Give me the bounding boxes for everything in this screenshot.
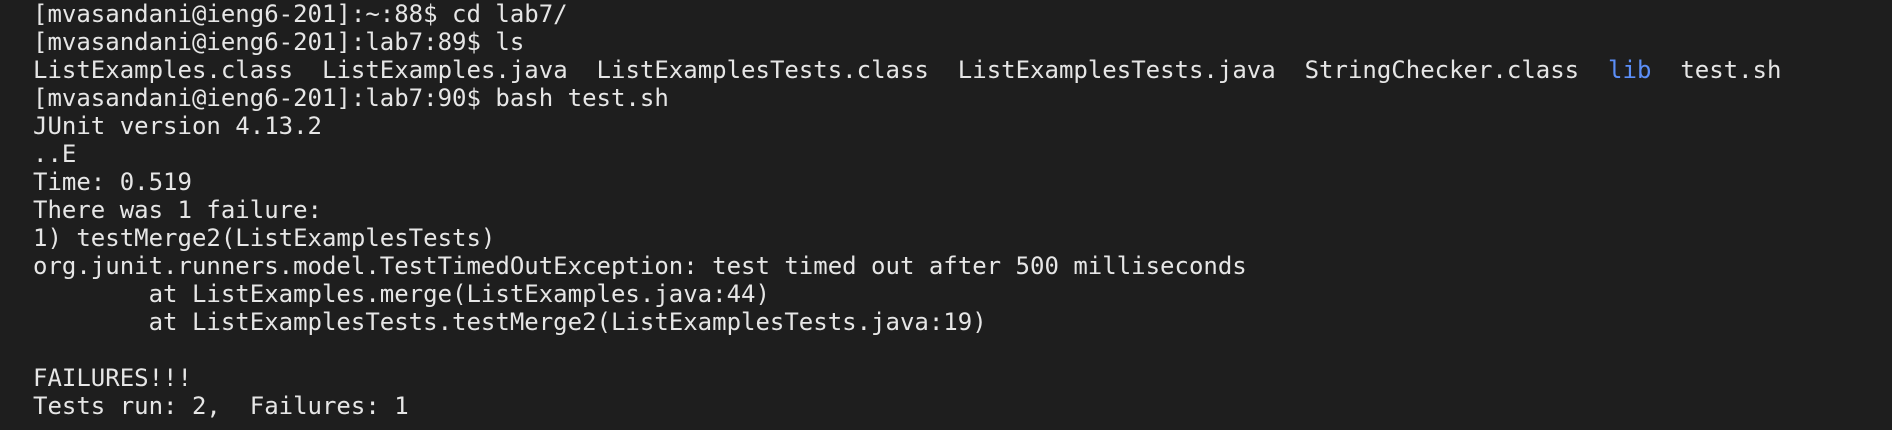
ls-file-stringchecker-class: StringChecker.class [1304,56,1580,84]
terminal-line-time: Time: 0.519 [33,168,192,196]
ls-directory-lib: lib [1608,56,1652,84]
terminal-line-tests-summary: Tests run: 2, Failures: 1 [33,392,409,420]
terminal-line-junit-version: JUnit version 4.13.2 [33,112,322,140]
terminal-line-failures-banner: FAILURES!!! [33,364,192,392]
terminal-line-cd: [mvasandani@ieng6-201]:~:88$ cd lab7/ [33,0,568,28]
ls-file-test-sh: test.sh [1680,56,1782,84]
terminal-line-failing-test: 1) testMerge2(ListExamplesTests) [33,224,496,252]
ls-file-listexamples-java: ListExamples.java [322,56,568,84]
terminal-line-stack-frame-2: at ListExamplesTests.testMerge2(ListExam… [33,308,987,336]
terminal-line-stack-frame-1: at ListExamples.merge(ListExamples.java:… [33,280,770,308]
terminal-line-exception: org.junit.runners.model.TestTimedOutExce… [33,252,1247,280]
terminal-line-progress: ..E [33,140,77,168]
terminal-line-bash-command: [mvasandani@ieng6-201]:lab7:90$ bash tes… [33,84,669,112]
terminal-line-failure-count: There was 1 failure: [33,196,322,224]
ls-file-listexamplestests-class: ListExamplesTests.class [596,56,929,84]
ls-file-listexamples-class: ListExamples.class [33,56,294,84]
terminal-window[interactable]: [mvasandani@ieng6-201]:~:88$ cd lab7/ [m… [0,0,1892,430]
ls-output-row: ListExamples.class ListExamples.java Lis… [33,56,1781,84]
terminal-line-ls-command: [mvasandani@ieng6-201]:lab7:89$ ls [33,28,525,56]
ls-file-listexamplestests-java: ListExamplesTests.java [957,56,1276,84]
